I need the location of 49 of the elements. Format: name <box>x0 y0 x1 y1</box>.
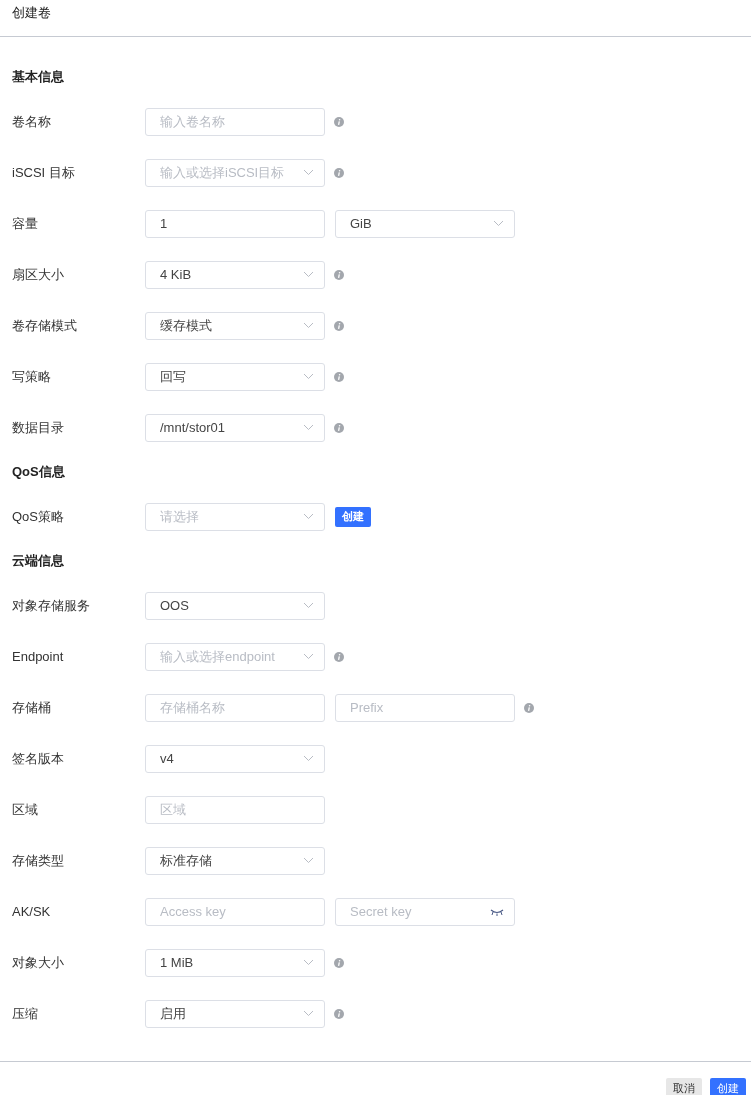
field-label: 签名版本 <box>12 749 65 768</box>
select-field[interactable]: OOS <box>145 591 325 620</box>
create-button[interactable]: 创建 <box>335 506 371 527</box>
select-field[interactable]: 标准存储 <box>145 846 325 875</box>
chevron-down-icon <box>303 857 314 864</box>
closed-eye-icon <box>490 907 504 916</box>
field-label: 压缩 <box>12 1004 39 1023</box>
input-field[interactable]: 1 <box>145 209 325 238</box>
field-label: iSCSI 目标 <box>12 163 76 182</box>
chevron-down-icon <box>493 220 504 227</box>
create-button[interactable]: 创建 <box>710 1078 746 1095</box>
field-label: AK/SK <box>12 904 52 919</box>
section-heading: 云端信息 <box>12 552 64 570</box>
field-label: QoS策略 <box>12 507 65 526</box>
field-label: 对象大小 <box>12 953 65 972</box>
select-field[interactable]: 启用 <box>145 999 325 1028</box>
chevron-down-icon <box>303 322 314 329</box>
select-field[interactable]: 1 MiB <box>145 948 325 977</box>
field-label: 数据目录 <box>12 418 65 437</box>
chevron-down-icon <box>303 653 314 660</box>
select-field[interactable]: 缓存模式 <box>145 311 325 340</box>
field-label: 对象存储服务 <box>12 596 91 615</box>
chevron-down-icon <box>303 169 314 176</box>
select-field[interactable]: /mnt/stor01 <box>145 413 325 442</box>
field-label: 扇区大小 <box>12 265 65 284</box>
select-field[interactable]: 4 KiB <box>145 260 325 289</box>
field-label: Endpoint <box>12 649 65 664</box>
chevron-down-icon <box>303 1010 314 1017</box>
field-label: 存储桶 <box>12 698 52 717</box>
chevron-down-icon <box>303 271 314 278</box>
chevron-down-icon <box>303 602 314 609</box>
field-label: 写策略 <box>12 367 52 386</box>
select-field[interactable]: 回写 <box>145 362 325 391</box>
chevron-down-icon <box>303 424 314 431</box>
field-label: 卷名称 <box>12 112 52 131</box>
chevron-down-icon <box>303 959 314 966</box>
chevron-down-icon <box>303 373 314 380</box>
field-label: 存储类型 <box>12 851 65 870</box>
field-label: 区域 <box>12 800 39 819</box>
field-label: 容量 <box>12 214 39 233</box>
chevron-down-icon <box>303 513 314 520</box>
select-field[interactable]: GiB <box>335 209 515 238</box>
dialog-title: 创建卷 <box>12 4 51 22</box>
chevron-down-icon <box>303 755 314 762</box>
select-field[interactable]: v4 <box>145 744 325 773</box>
field-label: 卷存储模式 <box>12 316 78 335</box>
cancel-button[interactable]: 取消 <box>666 1078 702 1095</box>
section-heading: QoS信息 <box>12 463 65 481</box>
section-heading: 基本信息 <box>12 68 64 86</box>
